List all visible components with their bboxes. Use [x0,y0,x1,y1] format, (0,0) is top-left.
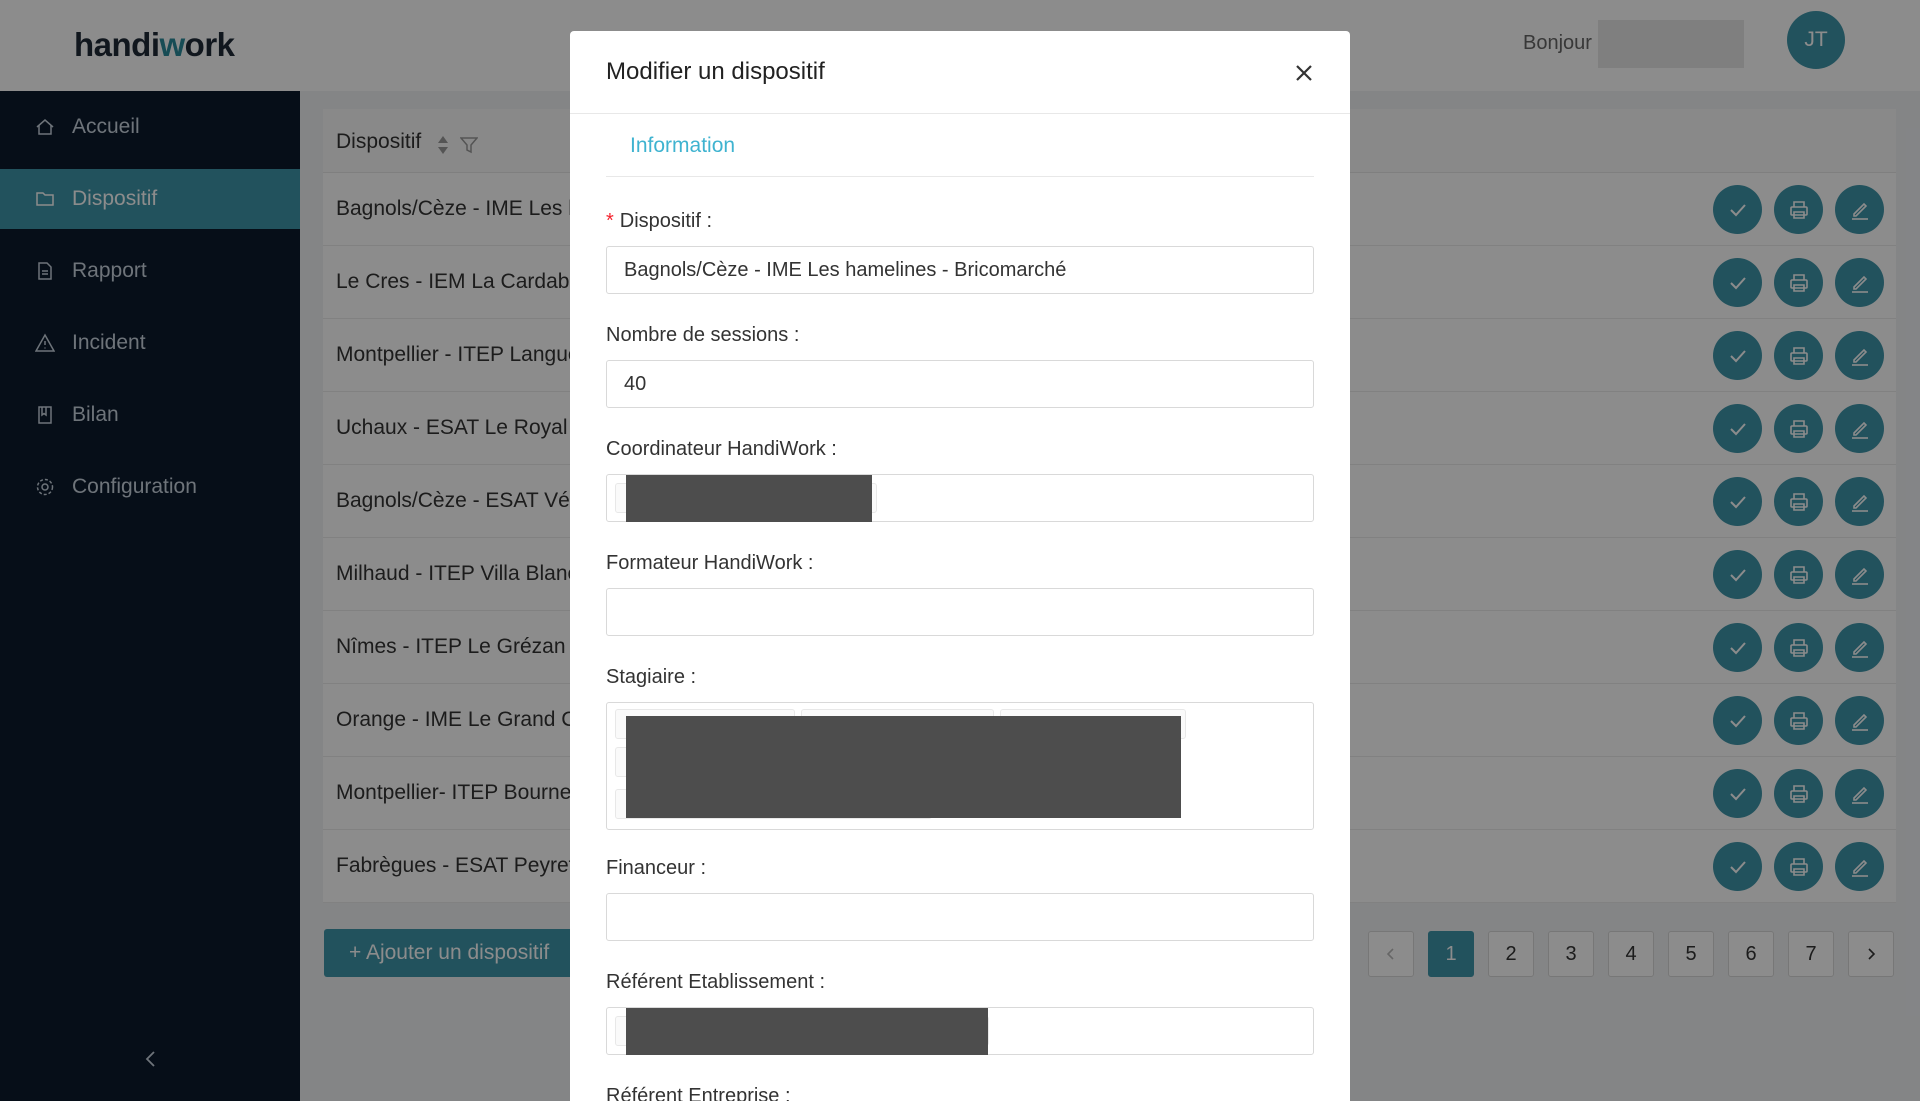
redacted-value [626,1008,988,1055]
edit-dispositif-modal: Modifier un dispositif Information * Disp… [570,31,1350,1101]
stagiaire-label: Stagiaire : [606,666,697,688]
dispositif-field[interactable]: Bagnols/Cèze - IME Les hamelines - Brico… [606,246,1314,294]
referent-etablissement-select[interactable] [606,1007,1314,1055]
dispositif-label: * Dispositif : [606,210,713,232]
modal-tabs: Information [606,115,1314,177]
redacted-value [626,716,1181,818]
modal-header: Modifier un dispositif [570,31,1350,114]
required-mark: * [606,210,614,232]
coordinateur-select[interactable] [606,474,1314,522]
financeur-label: Financeur : [606,857,707,879]
close-icon[interactable] [1293,62,1315,84]
sessions-field[interactable]: 40 [606,360,1314,408]
redacted-value [626,475,872,522]
formateur-label: Formateur HandiWork : [606,552,814,574]
referent-entreprise-label: Référent Entreprise : [606,1085,791,1101]
coordinateur-label: Coordinateur HandiWork : [606,438,837,460]
sessions-label: Nombre de sessions : [606,324,800,346]
financeur-select[interactable] [606,893,1314,941]
tab-information[interactable]: Information [630,134,735,158]
modal-title: Modifier un dispositif [606,58,825,85]
referent-etablissement-label: Référent Etablissement : [606,971,825,993]
formateur-select[interactable] [606,588,1314,636]
stagiaire-select[interactable] [606,702,1314,830]
